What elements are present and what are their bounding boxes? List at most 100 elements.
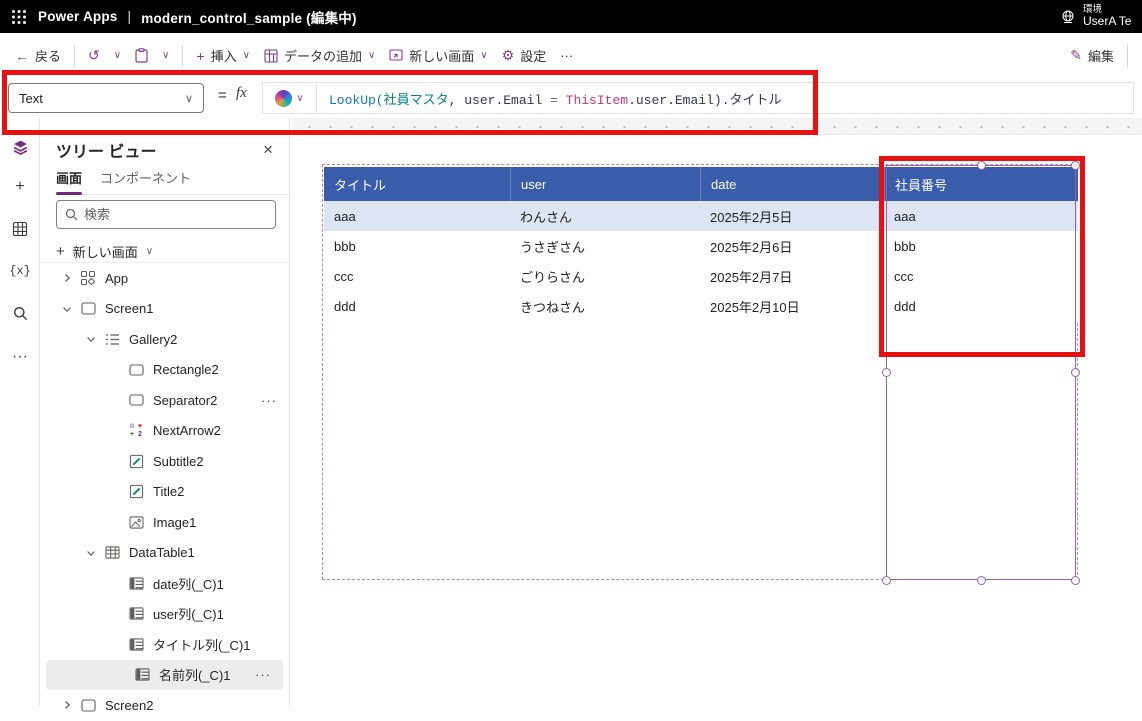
- datatable-header-row: タイトル user date 社員番号: [324, 167, 1078, 201]
- chevron-down-icon[interactable]: [56, 303, 78, 315]
- table-cell: bbb: [334, 238, 356, 254]
- tree-item-screen1[interactable]: Screen1: [40, 294, 289, 325]
- tree-search-input[interactable]: [84, 207, 267, 222]
- formula-input[interactable]: LookUp(社員マスタ, user.Email = ThisItem.user…: [317, 89, 1133, 108]
- tree-item-subtitle2[interactable]: Subtitle2: [40, 446, 289, 477]
- tree-item-label: DataTable1: [129, 545, 195, 561]
- rect-icon: [126, 394, 146, 406]
- data-rail-button[interactable]: [0, 212, 40, 246]
- back-button[interactable]: ← 戻る: [8, 41, 68, 70]
- settings-button[interactable]: ⚙ 設定: [495, 41, 554, 70]
- selection-handle-bottom-mid[interactable]: [976, 575, 986, 585]
- table-row[interactable]: ddd きつねさん 2025年2月10日 ddd: [324, 291, 1078, 321]
- undo-button[interactable]: ↺: [81, 42, 107, 69]
- tree-item-nextarrow2[interactable]: ⊘ ♥ +2 NextArrow2: [40, 416, 289, 447]
- tree-item-separator2[interactable]: Separator2 ···: [40, 385, 289, 416]
- more-commands-button[interactable]: ···: [553, 43, 580, 68]
- column-header-3[interactable]: 社員番号: [884, 167, 1078, 201]
- formula-bar: Text ∨ = fx ∨ LookUp(社員マスタ, user.Email =…: [0, 78, 1142, 118]
- chevron-right-icon[interactable]: [56, 699, 78, 711]
- tree-item-datatable1[interactable]: DataTable1: [40, 538, 289, 569]
- pencil-icon: [126, 454, 146, 469]
- item-more-icon[interactable]: ···: [251, 667, 275, 682]
- left-icon-rail: + {x} ···: [0, 118, 40, 706]
- divider: [74, 44, 76, 67]
- table-cell: aaa: [334, 208, 356, 224]
- chevron-right-icon[interactable]: [56, 272, 78, 284]
- formula-token: 社員マスタ: [383, 92, 449, 108]
- new-screen-icon: [389, 49, 403, 62]
- tree-item-image1[interactable]: Image1: [40, 507, 289, 538]
- undo-menu-button[interactable]: ∨: [107, 45, 128, 66]
- selection-handle-bottom-right[interactable]: [1070, 575, 1080, 585]
- search-rail-button[interactable]: [0, 296, 40, 330]
- more-rail-button[interactable]: ···: [0, 340, 40, 374]
- table-row[interactable]: ccc ごりらさん 2025年2月7日 ccc: [324, 261, 1078, 291]
- table-cell: ddd: [894, 298, 916, 314]
- chevron-down-icon[interactable]: [80, 547, 102, 559]
- tree-item--_c-1[interactable]: 名前列(_C)1 ···: [46, 659, 283, 690]
- copilot-button[interactable]: ∨: [263, 83, 317, 113]
- tree-item-screen2[interactable]: Screen2: [40, 690, 289, 721]
- chevron-down-icon: ∨: [242, 50, 250, 61]
- tree-item-label: Title2: [153, 484, 185, 500]
- tab-components[interactable]: コンポーネント: [100, 168, 191, 194]
- close-icon[interactable]: ×: [257, 140, 279, 160]
- edit-mode-button[interactable]: ✎ 編集: [1063, 41, 1121, 70]
- table-icon: [102, 546, 122, 559]
- insert-button[interactable]: + 挿入 ∨: [189, 41, 257, 70]
- chevron-down-icon: ∨: [367, 50, 376, 61]
- property-selector-value: Text: [19, 90, 43, 106]
- divider: [1127, 44, 1128, 67]
- title-separator: |: [127, 9, 132, 24]
- tree-item-label: Image1: [153, 514, 197, 530]
- property-selector-dropdown[interactable]: Text ∨: [8, 83, 204, 113]
- tree-items: App Screen1 Gallery2 Rectangle2 Separator2 ··…: [40, 263, 289, 721]
- tree-item-rectangle2[interactable]: Rectangle2: [40, 355, 289, 386]
- paste-menu-button[interactable]: ∨: [155, 45, 176, 66]
- tree-search-box[interactable]: [56, 200, 276, 229]
- column-header-2[interactable]: date: [700, 167, 884, 201]
- tree-item-title2[interactable]: Title2: [40, 477, 289, 508]
- selection-handle-mid-right[interactable]: [1070, 367, 1080, 377]
- selection-handle-mid-left[interactable]: [881, 367, 891, 377]
- tree-item-date-_c-1[interactable]: date列(_C)1: [40, 568, 289, 599]
- variables-rail-button[interactable]: {x}: [0, 254, 40, 288]
- app-name[interactable]: Power Apps: [38, 9, 118, 24]
- table-cell: わんさん: [520, 209, 573, 225]
- screen-icon: [78, 302, 98, 315]
- tab-screens[interactable]: 画面: [56, 168, 83, 195]
- selection-handle-top-mid[interactable]: [976, 160, 986, 170]
- chevron-down-icon[interactable]: [80, 333, 102, 345]
- datatable-control[interactable]: タイトル user date 社員番号 aaa わんさん 2025年2月5日 aaa bbb うさ…: [324, 167, 1078, 321]
- globe-icon: [1060, 9, 1076, 25]
- table-cell: きつねさん: [520, 299, 586, 315]
- column-icon: [126, 638, 146, 651]
- column-header-0[interactable]: タイトル: [324, 167, 510, 201]
- pencil-icon: ✎: [1070, 47, 1082, 63]
- column-icon: [132, 668, 152, 681]
- table-row[interactable]: bbb うさぎさん 2025年2月6日 bbb: [324, 231, 1078, 261]
- screen-icon: [78, 699, 98, 712]
- tree-item--_c-1[interactable]: タイトル列(_C)1: [40, 629, 289, 660]
- new-screen-button[interactable]: 新しい画面 ∨: [382, 41, 494, 70]
- new-screen-tree-button[interactable]: + 新しい画面 ∨: [56, 238, 153, 264]
- environment-switcher[interactable]: 環境 UserA Te: [1060, 0, 1142, 33]
- paste-button[interactable]: [128, 43, 155, 68]
- item-more-icon[interactable]: ···: [257, 393, 281, 408]
- add-data-button[interactable]: データの追加 ∨: [257, 41, 382, 70]
- tree-item-gallery2[interactable]: Gallery2: [40, 324, 289, 355]
- tree-item-user-_c-1[interactable]: user列(_C)1: [40, 599, 289, 630]
- chevron-down-icon: ∨: [296, 92, 304, 104]
- file-title: modern_control_sample (編集中): [141, 10, 357, 26]
- table-cell: ごりらさん: [520, 269, 586, 285]
- insert-rail-button[interactable]: +: [0, 170, 40, 204]
- waffle-menu-icon[interactable]: [0, 0, 38, 33]
- table-row[interactable]: aaa わんさん 2025年2月5日 aaa: [324, 201, 1078, 231]
- column-header-1[interactable]: user: [510, 167, 700, 201]
- selection-handle-top-right[interactable]: [1070, 160, 1080, 170]
- formula-box: ∨ LookUp(社員マスタ, user.Email = ThisItem.us…: [262, 82, 1134, 114]
- selection-handle-bottom-left[interactable]: [881, 575, 891, 585]
- tree-item-app[interactable]: App: [40, 263, 289, 294]
- tree-view-rail-button[interactable]: [0, 130, 40, 164]
